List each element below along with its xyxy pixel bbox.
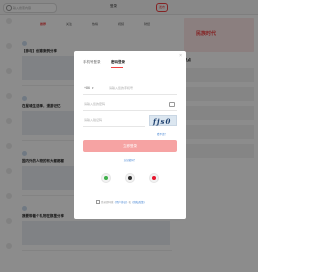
user-agreement-link[interactable]: 《用户协议》 [114, 201, 129, 204]
tab-phone-login[interactable]: 手机号登录 [83, 60, 101, 65]
login-modal: × 手机号登录 密码登录 +86 ▾ 请输入您的手机号 请输入您的密码 请输入验… [74, 51, 186, 219]
weibo-icon[interactable] [149, 173, 159, 183]
agreement-prefix: 登录即同意 [101, 201, 114, 204]
agreement-text: 登录即同意《用户协议》和《隐私政策》 [96, 200, 146, 205]
close-icon[interactable]: × [179, 54, 182, 59]
weibo-glyph [152, 176, 156, 180]
password-field[interactable]: 请输入您的密码 [83, 99, 177, 111]
captcha-placeholder: 请输入验证码 [84, 118, 103, 122]
phone-field[interactable]: +86 ▾ 请输入您的手机号 [83, 83, 177, 95]
qq-icon[interactable] [125, 173, 135, 183]
country-code[interactable]: +86 [84, 86, 90, 90]
tab-password-login[interactable]: 密码登录 [111, 60, 125, 65]
privacy-policy-link[interactable]: 《隐私政策》 [131, 201, 146, 204]
forgot-password-link[interactable]: 忘记密码？ [74, 158, 186, 162]
login-tabs: 手机号登录 密码登录 [74, 60, 186, 70]
active-tab-underline [111, 67, 123, 68]
password-placeholder: 请输入您的密码 [84, 102, 106, 106]
phone-placeholder: 请输入您的手机号 [109, 86, 134, 90]
captcha-field[interactable]: 请输入验证码 [83, 115, 145, 127]
captcha-row: 请输入验证码 fjs0 [83, 115, 177, 127]
agree-checkbox[interactable] [96, 200, 100, 205]
refresh-captcha-link[interactable]: 看不清？ [157, 132, 167, 136]
wechat-icon[interactable] [101, 173, 111, 183]
qq-glyph [128, 176, 132, 180]
chevron-down-icon: ▾ [92, 86, 94, 90]
login-button[interactable]: 立即登录 [83, 140, 177, 152]
eye-icon[interactable] [169, 102, 175, 107]
social-login [74, 173, 186, 185]
wechat-glyph [104, 176, 108, 180]
captcha-image[interactable]: fjs0 [149, 115, 177, 126]
captcha-text: fjs0 [153, 117, 172, 126]
